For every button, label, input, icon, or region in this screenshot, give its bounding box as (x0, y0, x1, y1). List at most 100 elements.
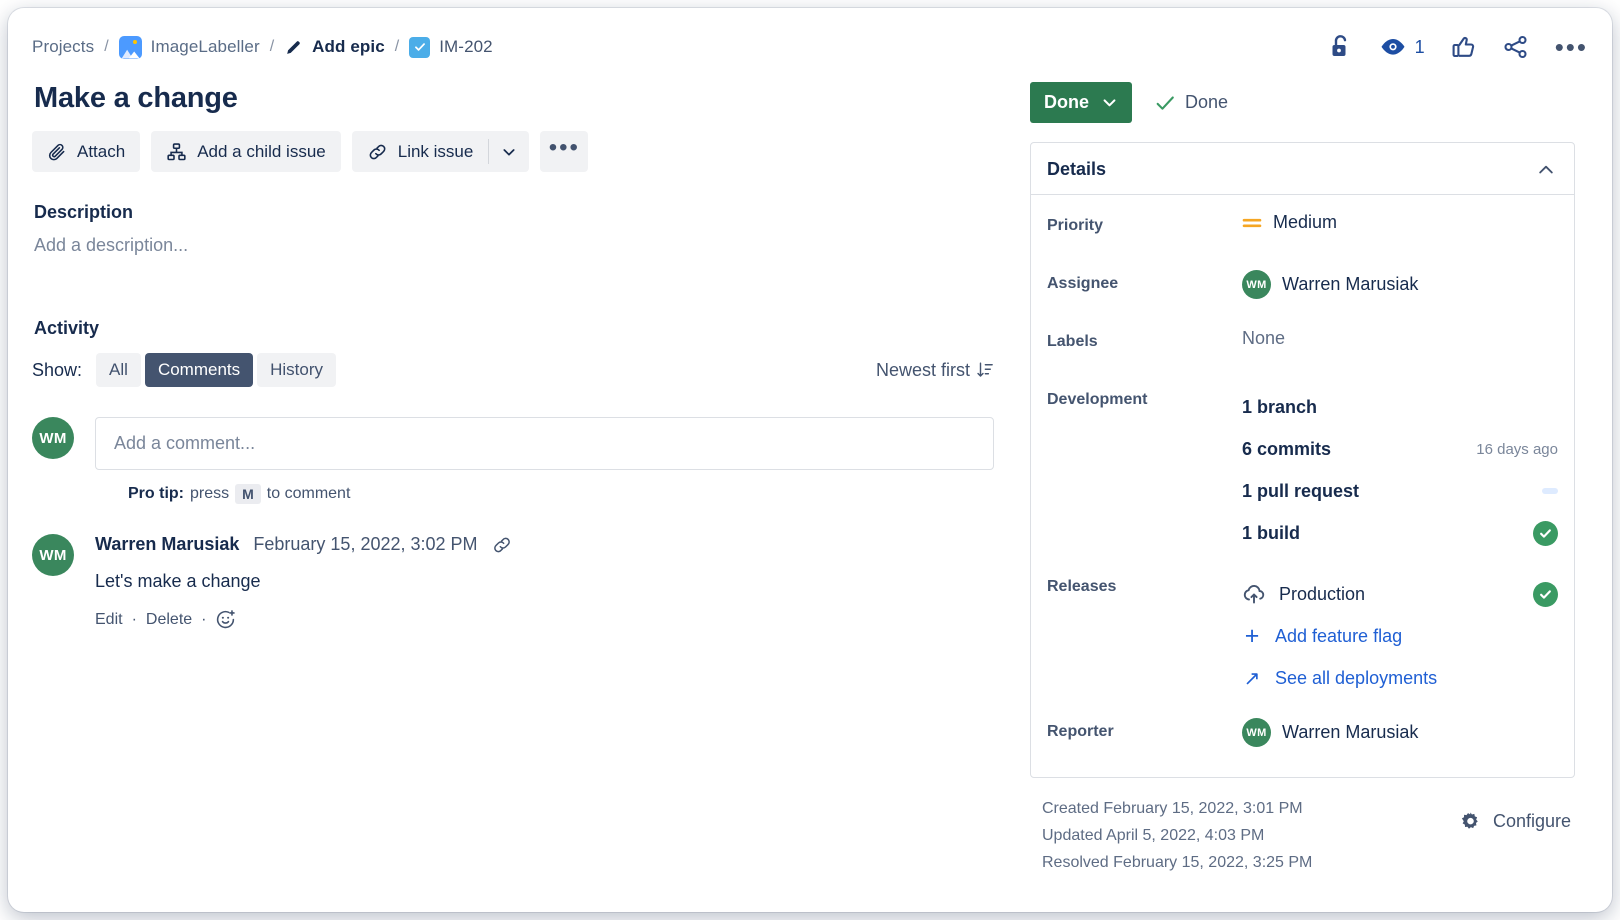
field-assignee: Assignee WM Warren Marusiak (1047, 270, 1558, 309)
more-actions-icon[interactable]: ••• (1555, 34, 1588, 60)
field-priority-value-group[interactable]: Medium (1242, 212, 1558, 233)
plus-icon: + (1244, 621, 1260, 650)
top-bar: Projects / ImageLabeller / Add epic / IM… (32, 26, 1588, 68)
development-list: 1 branch 6 commits 16 days ago 1 pull re… (1242, 386, 1558, 554)
field-reporter-label: Reporter (1047, 723, 1114, 740)
sort-descending-icon (977, 362, 993, 377)
issue-main-column: Make a change Attach Add a child issue L… (32, 76, 994, 872)
breadcrumb-separator-3: / (394, 38, 400, 55)
breadcrumb-project-label: ImageLabeller (150, 37, 260, 56)
watch-eye-icon[interactable]: 1 (1379, 36, 1425, 58)
add-feature-flag-button[interactable]: + Add feature flag (1242, 615, 1558, 657)
tab-history[interactable]: History (257, 353, 337, 387)
development-pull-request[interactable]: 1 pull request (1242, 470, 1558, 512)
project-avatar-icon (118, 35, 142, 59)
field-reporter: Reporter WM Warren Marusiak (1047, 718, 1558, 757)
link-issue-dropdown-button[interactable] (489, 131, 529, 172)
release-production[interactable]: Production (1242, 573, 1558, 615)
add-feature-flag-label: Add feature flag (1275, 625, 1403, 646)
details-header[interactable]: Details (1031, 143, 1574, 195)
activity-section: Activity Show: All Comments History Newe… (32, 318, 994, 630)
details-panel: Details Priority Medium Assignee WM Warr… (1030, 142, 1575, 778)
field-assignee-value-group[interactable]: WM Warren Marusiak (1242, 270, 1558, 299)
breadcrumb-project[interactable]: ImageLabeller (118, 35, 260, 59)
breadcrumb-epic-label: Add epic (312, 37, 385, 56)
check-icon (1156, 95, 1174, 110)
details-fields: Priority Medium Assignee WM Warren Marus… (1031, 195, 1574, 777)
configure-label: Configure (1492, 811, 1571, 831)
development-branch[interactable]: 1 branch (1242, 386, 1558, 428)
field-labels: Labels None (1047, 328, 1558, 367)
add-reaction-emoji-icon[interactable] (215, 609, 236, 630)
attach-button[interactable]: Attach (32, 131, 141, 172)
status-button[interactable]: Done (1030, 82, 1132, 123)
tab-all[interactable]: All (96, 353, 141, 387)
breadcrumb-epic[interactable]: Add epic (284, 37, 385, 57)
breadcrumb: Projects / ImageLabeller / Add epic / IM… (32, 35, 1329, 59)
development-branch-label: 1 branch (1242, 396, 1318, 417)
field-releases: Releases Production + Add feature flag ↗… (1047, 573, 1558, 699)
development-commits[interactable]: 6 commits 16 days ago (1242, 428, 1558, 470)
field-assignee-label: Assignee (1047, 275, 1119, 292)
comment-action-dot-1: · (131, 610, 137, 628)
see-all-deployments-label: See all deployments (1275, 667, 1438, 688)
link-icon (369, 144, 386, 159)
breadcrumb-separator-1: / (104, 38, 109, 55)
breadcrumb-projects[interactable]: Projects (32, 37, 94, 57)
like-thumbs-up-icon[interactable] (1451, 35, 1477, 60)
chevron-down-icon (503, 148, 515, 156)
status-button-label: Done (1044, 92, 1089, 112)
configure-button[interactable]: Configure (1459, 800, 1571, 833)
development-pull-request-label: 1 pull request (1242, 480, 1360, 501)
add-child-issue-button[interactable]: Add a child issue (151, 131, 341, 172)
unlock-icon[interactable] (1329, 34, 1353, 60)
field-development-label: Development (1047, 391, 1148, 408)
sort-order-button[interactable]: Newest first (876, 360, 994, 381)
sort-order-label: Newest first (875, 359, 970, 380)
resolved-timestamp: Resolved February 15, 2022, 3:25 PM (1042, 854, 1313, 871)
comment-timestamp[interactable]: February 15, 2022, 3:02 PM (253, 534, 477, 555)
field-reporter-value-group[interactable]: WM Warren Marusiak (1242, 718, 1558, 747)
comment-header: Warren Marusiak February 15, 2022, 3:02 … (95, 534, 994, 555)
task-type-icon (409, 36, 431, 58)
comment-input[interactable]: Add a comment... (95, 417, 994, 470)
chevron-up-icon[interactable] (1536, 160, 1556, 180)
development-commits-label: 6 commits (1242, 438, 1332, 459)
activity-filter-row: Show: All Comments History Newest first (32, 353, 994, 387)
field-reporter-value: Warren Marusiak (1282, 722, 1419, 742)
release-success-icon (1533, 581, 1558, 607)
link-issue-button[interactable]: Link issue (352, 131, 489, 172)
copy-link-icon[interactable] (492, 535, 512, 555)
share-icon[interactable] (1503, 35, 1529, 59)
field-releases-label: Releases (1047, 578, 1117, 595)
avatar: WM (32, 534, 74, 576)
avatar: WM (1242, 718, 1271, 747)
page-title[interactable]: Make a change (34, 82, 994, 115)
breadcrumb-issue[interactable]: IM-202 (409, 36, 493, 58)
description-section: Description Add a description... (32, 202, 994, 256)
comment-actions: Edit · Delete · (95, 609, 994, 630)
releases-list: Production + Add feature flag ↗ See all … (1242, 573, 1558, 699)
build-success-icon (1533, 520, 1558, 546)
comment-edit-link[interactable]: Edit (95, 611, 123, 629)
issue-view-card: Projects / ImageLabeller / Add epic / IM… (8, 8, 1612, 912)
development-build[interactable]: 1 build (1242, 512, 1558, 554)
gear-icon (1461, 812, 1478, 829)
comment-delete-link[interactable]: Delete (146, 611, 192, 629)
chevron-down-icon (1103, 99, 1116, 107)
description-placeholder[interactable]: Add a description... (34, 235, 994, 256)
status-row: Done Done (1030, 82, 1575, 123)
comment-author[interactable]: Warren Marusiak (95, 534, 239, 555)
status-badge: Done (1154, 92, 1228, 114)
development-commits-time: 16 days ago (1476, 440, 1558, 458)
field-labels-value[interactable]: None (1242, 328, 1558, 349)
tab-comments[interactable]: Comments (144, 353, 254, 387)
pro-tip-key: M (235, 484, 261, 504)
see-all-deployments-link[interactable]: ↗ See all deployments (1242, 657, 1558, 699)
created-timestamp: Created February 15, 2022, 3:01 PM (1042, 800, 1303, 817)
top-actions: 1 ••• (1329, 34, 1588, 60)
issue-actions-toolbar: Attach Add a child issue Link issue ••• (32, 131, 994, 172)
issue-sidebar: Done Done Details Priority Medium Assign… (1030, 76, 1575, 872)
issue-more-actions-button[interactable]: ••• (540, 131, 589, 172)
link-issue-label: Link issue (397, 141, 474, 161)
